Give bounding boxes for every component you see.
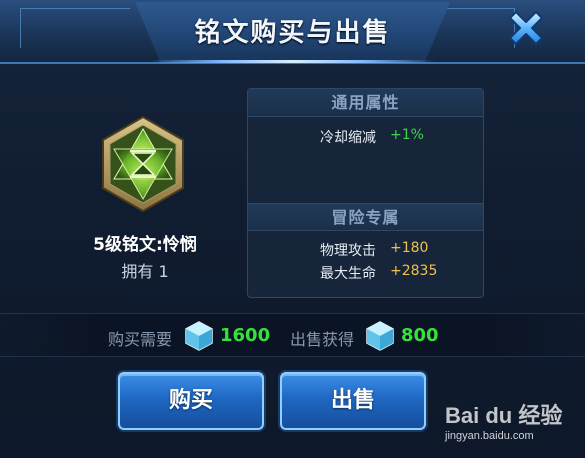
- watermark-logo: Bai du 经验: [445, 403, 563, 428]
- general-attributes-title: 通用属性: [248, 89, 483, 117]
- inscription-icon: [100, 115, 186, 213]
- adventure-attributes-title: 冒险专属: [248, 203, 483, 231]
- owned-count: 拥有 1: [121, 262, 169, 281]
- attribute-row-cooldown: 冷却缩减 +1%: [248, 127, 483, 149]
- baidu-jingyan-watermark: Bai du 经验 jingyan.baidu.com: [445, 398, 580, 453]
- attribute-row-max-hp: 最大生命 +2835: [248, 263, 483, 285]
- inscription-name: 5级铭文:怜悯: [93, 235, 197, 255]
- sell-gain-value: 800: [401, 325, 439, 346]
- close-icon: [509, 11, 543, 45]
- attribute-label: 最大生命: [320, 266, 376, 282]
- price-bar: 购买需要 1600 出售获得 800: [0, 313, 585, 357]
- sell-gain-label: 出售获得: [290, 330, 355, 349]
- attribute-value: +2835: [390, 263, 438, 279]
- dialog-title: 铭文购买与出售: [194, 18, 391, 48]
- close-button[interactable]: [502, 6, 550, 54]
- buy-cost-label: 购买需要: [108, 330, 173, 349]
- sell-button[interactable]: 出售: [280, 372, 426, 430]
- attribute-value: +1%: [390, 127, 424, 143]
- attribute-panel: 通用属性 冷却缩减 +1% 冒险专属 物理攻击 +180 最大生命 +2835: [247, 88, 484, 298]
- crystal-gem-icon: [364, 320, 396, 352]
- attribute-value: +180: [390, 240, 429, 256]
- buy-cost-value: 1600: [220, 325, 271, 346]
- inscription-trade-dialog: 铭文购买与出售 5级铭文:怜悯 拥有 1 通用属性 冷却缩减 +1% 冒险专属 …: [0, 0, 585, 458]
- crystal-gem-icon: [183, 320, 215, 352]
- attribute-label: 物理攻击: [320, 243, 376, 259]
- title-underline: [150, 60, 435, 63]
- buy-button[interactable]: 购买: [118, 372, 264, 430]
- attribute-row-physical-attack: 物理攻击 +180: [248, 240, 483, 262]
- watermark-url: jingyan.baidu.com: [445, 430, 534, 442]
- attribute-label: 冷却缩减: [320, 130, 376, 146]
- dialog-header: 铭文购买与出售: [0, 0, 585, 64]
